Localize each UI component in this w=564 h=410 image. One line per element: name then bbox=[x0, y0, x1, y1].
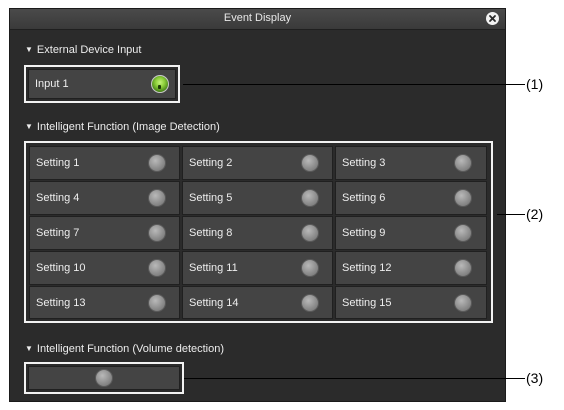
callout-line bbox=[183, 84, 525, 85]
event-display-window: Event Display ▼ External Device Input Inp… bbox=[9, 8, 506, 402]
setting-label: Setting 8 bbox=[189, 227, 233, 239]
setting-label: Setting 10 bbox=[36, 262, 86, 274]
collapse-triangle-icon[interactable]: ▼ bbox=[25, 344, 33, 353]
setting-label: Setting 14 bbox=[189, 296, 239, 309]
window-title: Event Display bbox=[223, 12, 292, 24]
status-lamp-icon bbox=[454, 189, 472, 207]
setting-label: Setting 15 bbox=[342, 296, 392, 309]
setting-cell[interactable]: Setting 13 bbox=[29, 286, 180, 319]
setting-cell[interactable]: Setting 15 bbox=[335, 286, 487, 319]
section-title-label: Intelligent Function (Volume detection) bbox=[36, 343, 225, 355]
setting-label: Setting 1 bbox=[36, 157, 80, 169]
status-lamp-icon bbox=[301, 154, 319, 172]
section-external-device-input[interactable]: ▼ External Device Input bbox=[25, 44, 141, 56]
status-lamp-icon bbox=[151, 75, 169, 93]
setting-cell[interactable]: Setting 14 bbox=[182, 286, 333, 319]
status-lamp-icon bbox=[148, 224, 166, 242]
setting-cell[interactable]: Setting 6 bbox=[335, 181, 487, 215]
status-lamp-icon bbox=[454, 224, 472, 242]
external-device-group: Input 1 bbox=[24, 65, 180, 103]
status-lamp-icon bbox=[454, 294, 472, 312]
volume-cell[interactable] bbox=[28, 366, 180, 390]
title-bar[interactable]: Event Display bbox=[10, 9, 505, 30]
setting-cell[interactable]: Setting 3 bbox=[335, 146, 487, 180]
close-icon[interactable] bbox=[486, 12, 499, 25]
callout-label: (3) bbox=[526, 370, 544, 386]
setting-label: Setting 6 bbox=[342, 192, 386, 204]
callout-label: (1) bbox=[526, 76, 544, 92]
setting-label: Setting 2 bbox=[189, 157, 233, 169]
status-lamp-icon bbox=[148, 294, 166, 312]
callout-line bbox=[184, 378, 525, 379]
setting-cell[interactable]: Setting 12 bbox=[335, 251, 487, 285]
callout-line bbox=[497, 214, 525, 215]
status-lamp-icon bbox=[301, 189, 319, 207]
section-intelligent-volume[interactable]: ▼ Intelligent Function (Volume detection) bbox=[25, 343, 224, 355]
setting-cell[interactable]: Setting 9 bbox=[335, 216, 487, 250]
input-cell[interactable]: Input 1 bbox=[28, 69, 176, 99]
status-lamp-icon bbox=[95, 369, 113, 387]
setting-label: Setting 12 bbox=[342, 262, 392, 274]
setting-label: Setting 9 bbox=[342, 227, 386, 239]
section-intelligent-image[interactable]: ▼ Intelligent Function (Image Detection) bbox=[25, 121, 220, 133]
status-lamp-icon bbox=[148, 154, 166, 172]
section-title-label: Intelligent Function (Image Detection) bbox=[36, 121, 220, 133]
status-lamp-icon bbox=[454, 154, 472, 172]
setting-label: Setting 3 bbox=[342, 157, 386, 169]
setting-cell[interactable]: Setting 1 bbox=[29, 146, 180, 180]
setting-cell[interactable]: Setting 10 bbox=[29, 251, 180, 285]
setting-label: Setting 13 bbox=[36, 296, 86, 309]
status-lamp-icon bbox=[301, 259, 319, 277]
status-lamp-icon bbox=[148, 259, 166, 277]
status-lamp-icon bbox=[454, 259, 472, 277]
input-label: Input 1 bbox=[35, 78, 69, 90]
section-title-label: External Device Input bbox=[36, 44, 142, 56]
setting-cell[interactable]: Setting 2 bbox=[182, 146, 333, 180]
collapse-triangle-icon[interactable]: ▼ bbox=[25, 45, 33, 54]
volume-detection-group bbox=[24, 362, 184, 394]
setting-cell[interactable]: Setting 5 bbox=[182, 181, 333, 215]
setting-cell[interactable]: Setting 11 bbox=[182, 251, 333, 285]
setting-cell[interactable]: Setting 7 bbox=[29, 216, 180, 250]
status-lamp-icon bbox=[148, 189, 166, 207]
setting-label: Setting 11 bbox=[189, 262, 238, 274]
setting-cell[interactable]: Setting 8 bbox=[182, 216, 333, 250]
setting-cell[interactable]: Setting 4 bbox=[29, 181, 180, 215]
setting-label: Setting 7 bbox=[36, 227, 80, 239]
status-lamp-icon bbox=[301, 294, 319, 312]
callout-label: (2) bbox=[526, 206, 544, 222]
setting-label: Setting 4 bbox=[36, 192, 80, 204]
setting-label: Setting 5 bbox=[189, 192, 233, 204]
image-detection-grid: Setting 1 Setting 2 Setting 3 Setting 4 … bbox=[24, 141, 493, 323]
status-lamp-icon bbox=[301, 224, 319, 242]
collapse-triangle-icon[interactable]: ▼ bbox=[25, 122, 33, 131]
